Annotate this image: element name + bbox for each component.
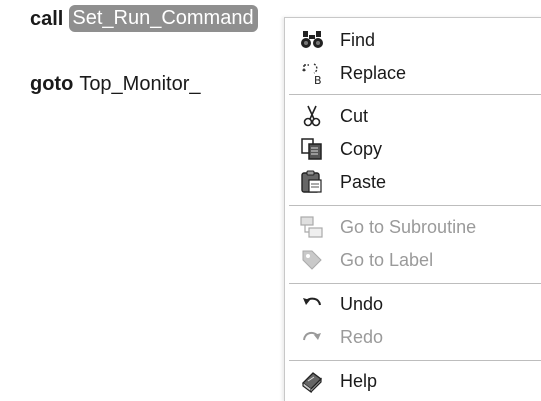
- menu-item-go-to-label[interactable]: Go to Label: [285, 244, 541, 276]
- menu-label-cut: Cut: [340, 105, 369, 126]
- undo-icon: [300, 292, 324, 316]
- copy-icon: [300, 137, 324, 161]
- menu-item-go-to-subroutine[interactable]: Go to Subroutine: [285, 211, 541, 243]
- menu-label-find: Find: [340, 29, 376, 50]
- binoculars-icon: [300, 28, 324, 52]
- clipboard-icon: [300, 170, 324, 194]
- menu-divider: [289, 360, 541, 361]
- menu-label-undo: Undo: [340, 293, 384, 314]
- menu-item-cut[interactable]: Cut: [285, 100, 541, 132]
- selected-identifier[interactable]: Set_Run_Command: [69, 5, 258, 32]
- help-book-icon: [300, 369, 324, 393]
- menu-item-replace[interactable]: B Replace: [285, 57, 541, 89]
- call-keyword: call: [30, 8, 64, 30]
- goto-identifier[interactable]: Top_Monitor_: [79, 73, 200, 95]
- scissors-icon: [300, 104, 324, 128]
- menu-label-copy: Copy: [340, 138, 383, 159]
- menu-divider: [289, 283, 541, 284]
- menu-item-help[interactable]: Help: [285, 365, 541, 397]
- menu-label-paste: Paste: [340, 171, 387, 192]
- menu-item-copy[interactable]: Copy: [285, 133, 541, 165]
- menu-item-paste[interactable]: Paste: [285, 166, 541, 198]
- menu-label-go-to-label: Go to Label: [340, 249, 434, 270]
- menu-divider: [289, 94, 541, 95]
- tag-icon: [300, 248, 324, 272]
- context-menu: Find B Replace Cut Copy Paste Go to Subr…: [284, 17, 541, 401]
- goto-keyword: goto: [30, 73, 74, 95]
- menu-divider: [289, 205, 541, 206]
- menu-label-redo: Redo: [340, 326, 384, 347]
- redo-icon: [300, 325, 324, 349]
- replace-icon: B: [300, 61, 324, 85]
- menu-item-undo[interactable]: Undo: [285, 288, 541, 320]
- menu-label-help: Help: [340, 370, 378, 391]
- menu-label-replace: Replace: [340, 62, 407, 83]
- menu-item-redo[interactable]: Redo: [285, 321, 541, 353]
- svg-text:B: B: [314, 74, 322, 85]
- menu-label-go-to-subroutine: Go to Subroutine: [340, 216, 477, 237]
- menu-item-find[interactable]: Find: [285, 24, 541, 56]
- code-line-goto[interactable]: goto Top_Monitor_: [30, 71, 201, 97]
- subroutine-icon: [300, 215, 324, 239]
- code-line-call[interactable]: call Set_Run_Command: [30, 5, 258, 32]
